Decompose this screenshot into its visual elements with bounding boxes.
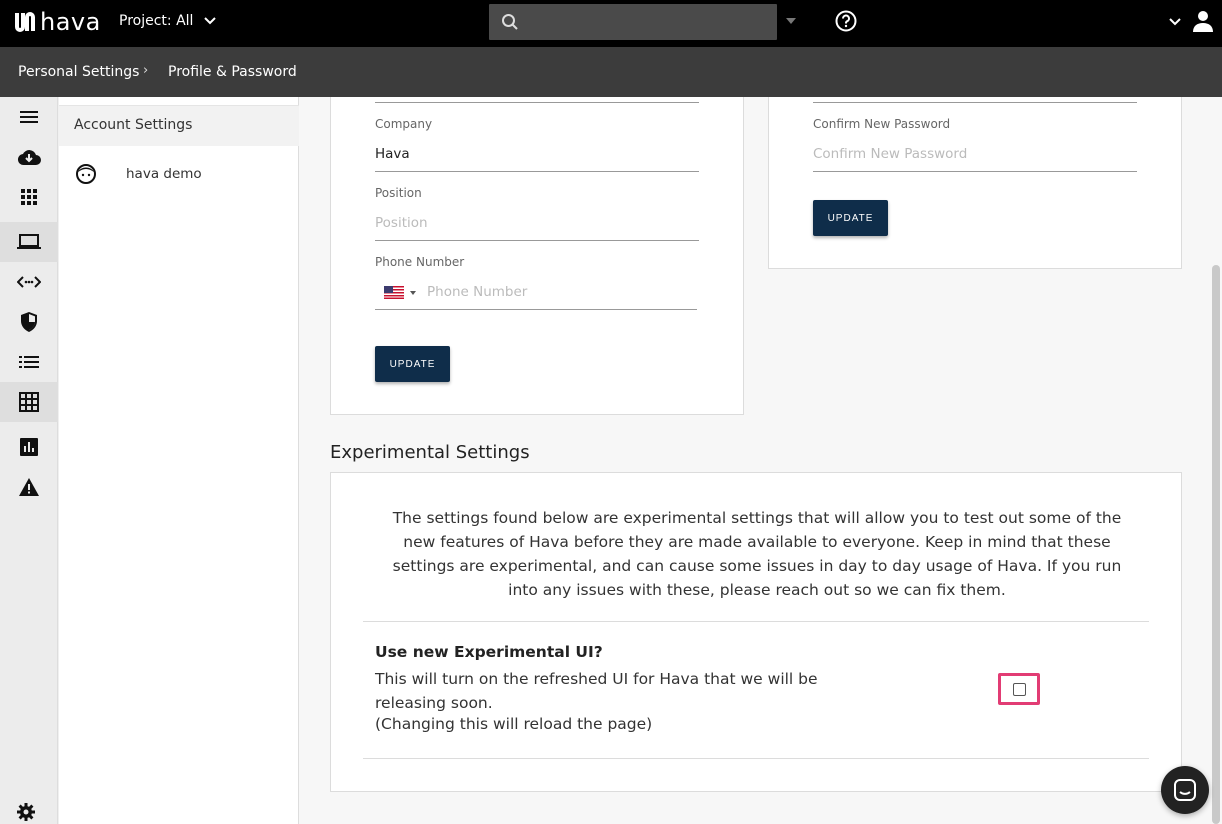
- user-name: hava demo: [126, 166, 202, 182]
- rail-apps[interactable]: [0, 177, 58, 217]
- top-bar: hava Project: All: [0, 0, 1222, 47]
- cloud-download-icon: [17, 150, 41, 166]
- account-subnav: Account Settings hava demo: [59, 97, 299, 824]
- rail-list[interactable]: [0, 342, 58, 382]
- password-card: Confirm New Password Confirm New Passwor…: [768, 97, 1182, 269]
- confirm-password-input[interactable]: Confirm New Password: [813, 146, 967, 162]
- settings-gear-icon[interactable]: [16, 802, 36, 822]
- help-icon[interactable]: [835, 10, 857, 32]
- user-account-icon[interactable]: [1191, 9, 1215, 33]
- user-list-item[interactable]: hava demo: [59, 157, 299, 191]
- icon-rail: [0, 97, 58, 824]
- search-bar: [489, 4, 777, 40]
- laptop-icon: [17, 234, 41, 249]
- shield-icon: [21, 312, 37, 332]
- chat-icon: [1174, 779, 1196, 801]
- field-underline: [375, 240, 699, 241]
- rail-settings-active[interactable]: [0, 222, 58, 262]
- search-icon: [502, 14, 518, 30]
- confirm-password-label: Confirm New Password: [813, 117, 951, 131]
- chevron-down-icon: [204, 17, 217, 25]
- experimental-ui-checkbox-highlight: [998, 673, 1040, 705]
- phone-label: Phone Number: [375, 255, 465, 269]
- table-grid-icon: [19, 392, 39, 412]
- field-underline: [375, 171, 699, 172]
- update-profile-button[interactable]: UPDATE: [375, 346, 450, 382]
- search-input[interactable]: [529, 14, 759, 30]
- hava-logo[interactable]: hava: [12, 8, 101, 36]
- phone-input[interactable]: Phone Number: [427, 284, 527, 300]
- breadcrumb: Personal Settings › Profile & Password: [0, 47, 1222, 97]
- company-input[interactable]: Hava: [375, 146, 410, 162]
- code-arrows-icon: [17, 276, 41, 288]
- chat-launcher-button[interactable]: [1161, 766, 1209, 814]
- search-dropdown-icon[interactable]: [786, 18, 796, 24]
- position-input[interactable]: Position: [375, 215, 428, 231]
- divider: [363, 621, 1149, 622]
- apps-grid-icon: [21, 189, 37, 205]
- field-underline: [375, 309, 697, 310]
- experimental-settings-card: The settings found below are experimenta…: [330, 472, 1182, 792]
- warning-icon: [19, 478, 39, 496]
- profile-card: Company Hava Position Position Phone Num…: [330, 97, 744, 415]
- us-flag-icon[interactable]: [384, 286, 404, 299]
- logo-text: hava: [40, 8, 101, 36]
- hava-logo-mark-icon: [15, 12, 35, 32]
- list-icon: [19, 356, 39, 368]
- bar-chart-icon: [20, 438, 38, 456]
- update-password-button[interactable]: UPDATE: [813, 200, 888, 236]
- experimental-ui-detail: This will turn on the refreshed UI for H…: [375, 670, 818, 712]
- chevron-down-icon[interactable]: [1168, 15, 1182, 29]
- company-label: Company: [375, 117, 433, 131]
- project-selector[interactable]: Project: All: [119, 13, 217, 29]
- user-avatar-icon: [76, 164, 96, 184]
- experimental-description: The settings found below are experimenta…: [392, 509, 1122, 599]
- rail-alerts[interactable]: [0, 467, 58, 507]
- rail-import[interactable]: [0, 137, 58, 177]
- experimental-ui-question: Use new Experimental UI?: [375, 643, 603, 661]
- experimental-settings-title: Experimental Settings: [330, 442, 530, 463]
- field-underline: [813, 171, 1137, 172]
- field-underline: [375, 102, 699, 103]
- rail-menu[interactable]: [0, 97, 58, 137]
- main-content: Company Hava Position Position Phone Num…: [299, 97, 1222, 824]
- experimental-ui-note: (Changing this will reload the page): [375, 715, 653, 733]
- divider: [363, 758, 1149, 759]
- breadcrumb-personal-settings[interactable]: Personal Settings: [18, 64, 139, 80]
- menu-icon: [20, 111, 38, 123]
- rail-reports[interactable]: [0, 427, 58, 467]
- field-underline: [813, 102, 1137, 103]
- position-label: Position: [375, 186, 422, 200]
- scrollbar[interactable]: [1212, 265, 1220, 824]
- project-label: Project: All: [119, 13, 194, 29]
- country-dropdown-caret-icon[interactable]: [410, 291, 416, 295]
- experimental-ui-checkbox[interactable]: [1012, 682, 1026, 696]
- breadcrumb-profile-password: Profile & Password: [168, 64, 297, 80]
- account-settings-header[interactable]: Account Settings: [59, 106, 299, 146]
- rail-table[interactable]: [0, 382, 58, 422]
- breadcrumb-separator: ›: [143, 63, 149, 78]
- rail-security[interactable]: [0, 302, 58, 342]
- rail-connections[interactable]: [0, 262, 58, 302]
